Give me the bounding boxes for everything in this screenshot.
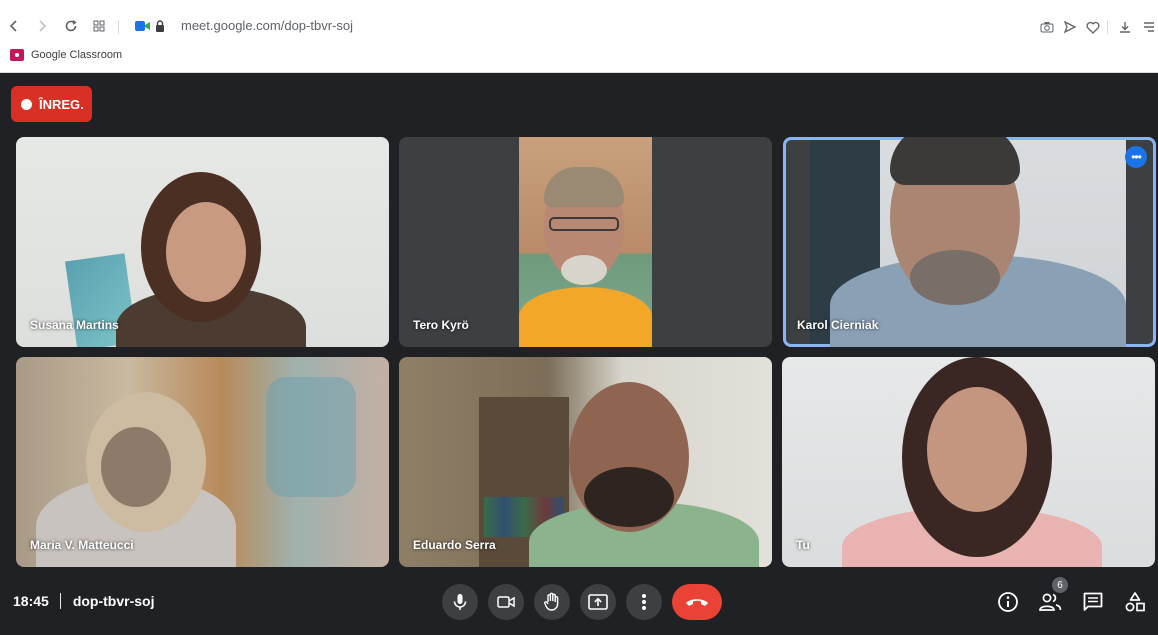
reload-icon[interactable] — [59, 14, 83, 38]
more-options-button[interactable] — [626, 584, 662, 620]
back-icon[interactable] — [2, 14, 26, 38]
participant-name: Eduardo Serra — [413, 538, 496, 552]
participant-name: Tero Kyrö — [413, 318, 469, 332]
participant-name: Maria V. Matteucci — [30, 538, 134, 552]
chat-button[interactable] — [1081, 590, 1105, 614]
heart-icon[interactable] — [1084, 18, 1102, 36]
bookmark-google-classroom[interactable]: Google Classroom — [10, 49, 122, 61]
people-button[interactable] — [1038, 590, 1062, 614]
video-tile[interactable]: Tero Kyrö — [399, 137, 772, 347]
video-tile[interactable]: Susana Martins — [16, 137, 389, 347]
forward-icon[interactable] — [30, 14, 54, 38]
meeting-info: 18:45 dop-tbvr-soj — [13, 593, 154, 609]
recording-badge[interactable]: ÎNREG. — [11, 86, 92, 122]
address-bar[interactable]: meet.google.com/dop-tbvr-soj — [181, 18, 353, 33]
classroom-icon — [10, 49, 24, 61]
video-tile[interactable]: Maria V. Matteucci — [16, 357, 389, 567]
video-tile[interactable]: Tu — [782, 357, 1155, 567]
recording-dot-icon — [21, 98, 32, 110]
present-icon — [588, 594, 608, 610]
camera-icon — [497, 596, 515, 608]
menu-icon[interactable] — [1140, 18, 1158, 36]
snapshot-icon[interactable] — [1038, 18, 1056, 36]
hangup-icon — [686, 599, 708, 606]
participant-name: Tu — [796, 538, 810, 552]
chat-icon — [1083, 592, 1103, 611]
activities-icon — [1125, 592, 1145, 612]
tabs-grid-icon[interactable] — [87, 14, 111, 38]
bookmark-label: Google Classroom — [31, 49, 123, 61]
video-tile[interactable]: Eduardo Serra — [399, 357, 772, 567]
glasses — [549, 217, 619, 231]
participant-video — [519, 137, 652, 347]
recording-label: ÎNREG. — [39, 96, 84, 112]
participant-count-badge: 6 — [1052, 577, 1068, 593]
meeting-details-button[interactable] — [996, 590, 1020, 614]
participant-name: Karol Cierniak — [797, 318, 879, 332]
more-vert-icon — [642, 594, 646, 610]
send-icon[interactable] — [1061, 18, 1079, 36]
more-options-button[interactable]: ••• — [1125, 146, 1147, 168]
info-icon — [998, 592, 1018, 612]
meeting-time: 18:45 — [13, 593, 49, 609]
participant-video — [810, 137, 1126, 347]
microphone-icon — [453, 594, 467, 610]
browser-chrome: meet.google.com/dop-tbvr-soj Google Clas… — [0, 0, 1158, 73]
raise-hand-button[interactable] — [534, 584, 570, 620]
participant-name: Susana Martins — [30, 318, 119, 332]
download-icon[interactable] — [1116, 18, 1134, 36]
hand-icon — [544, 592, 559, 611]
participant-face — [927, 387, 1027, 512]
microphone-button[interactable] — [442, 584, 478, 620]
activities-button[interactable] — [1123, 590, 1147, 614]
meeting-code: dop-tbvr-soj — [72, 593, 155, 609]
camera-button[interactable] — [488, 584, 524, 620]
participant-face — [166, 202, 246, 302]
leave-call-button[interactable] — [672, 584, 722, 620]
people-icon — [1039, 593, 1062, 611]
present-screen-button[interactable] — [580, 584, 616, 620]
video-tile-active[interactable]: ••• Karol Cierniak — [783, 137, 1156, 347]
lock-icon[interactable] — [148, 14, 172, 38]
